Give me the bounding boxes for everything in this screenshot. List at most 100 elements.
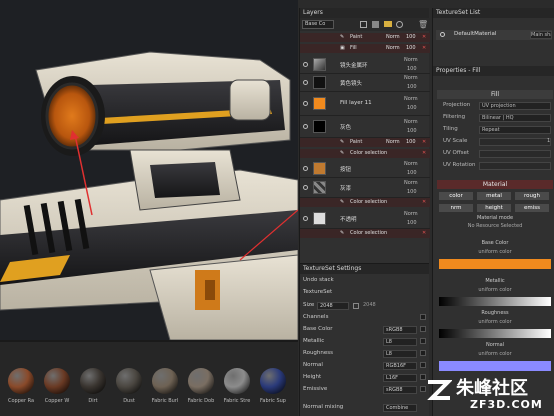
layer-blend-mode[interactable]: Norm <box>404 96 418 102</box>
sublayer-blend-mode[interactable]: Norm <box>386 45 400 51</box>
metallic-slider[interactable] <box>439 297 551 306</box>
visibility-eye-icon[interactable] <box>303 124 308 129</box>
delete-sublayer-icon[interactable]: ✕ <box>422 45 426 51</box>
no-resource-text[interactable]: No Resource Selected <box>437 223 553 229</box>
remove-channel-button[interactable] <box>420 350 426 356</box>
material-channel-toggle[interactable]: height <box>477 204 511 212</box>
uvrotation-slider[interactable] <box>479 162 551 170</box>
shelf-item[interactable]: Fabric Stre <box>220 368 254 404</box>
channel-format-select[interactable]: L8 <box>383 338 417 346</box>
layer-opacity[interactable]: 100 <box>407 220 417 226</box>
layer-row[interactable]: 黄色镜头 Norm 100 <box>300 74 430 92</box>
shelf-item[interactable]: Fabric Burl <box>148 368 182 404</box>
delete-layer-icon[interactable]: 🗑 <box>418 20 428 29</box>
channel-format-select[interactable]: L16F <box>383 374 417 382</box>
delete-sublayer-icon[interactable]: ✕ <box>422 150 426 156</box>
remove-channel-button[interactable] <box>420 326 426 332</box>
blend-channel-select[interactable]: Base Co <box>302 20 334 29</box>
material-channel-toggle[interactable]: rough <box>515 192 549 200</box>
delete-sublayer-icon[interactable]: ✕ <box>422 199 426 205</box>
layer-row[interactable]: 镜头金属环 Norm 100 <box>300 56 430 74</box>
projection-select[interactable]: UV projection <box>479 102 551 110</box>
layer-row[interactable]: 灰漆 Norm 100 <box>300 178 430 198</box>
delete-sublayer-icon[interactable]: ✕ <box>422 139 426 145</box>
sublayer-opacity[interactable]: 100 <box>406 45 416 51</box>
uvscale-slider[interactable] <box>479 138 551 146</box>
undo-stack-tab[interactable]: Undo stack <box>303 277 334 283</box>
base-color-swatch[interactable] <box>439 259 551 269</box>
layer-opacity[interactable]: 100 <box>407 189 417 195</box>
shelf-item[interactable]: Fabric Sup <box>256 368 290 404</box>
layer-blend-mode[interactable]: Norm <box>404 180 418 186</box>
tiling-select[interactable]: Repeat <box>479 126 551 134</box>
delete-sublayer-icon[interactable]: ✕ <box>422 230 426 236</box>
sublayer-blend-mode[interactable]: Norm <box>386 34 400 40</box>
layer-row[interactable]: Fill layer 11 Norm 100 <box>300 92 430 116</box>
layer-opacity[interactable]: 100 <box>407 84 417 90</box>
layer-sublayer[interactable]: ✎ Color selection ✕ <box>300 198 430 207</box>
visibility-eye-icon[interactable] <box>303 62 308 67</box>
delete-sublayer-icon[interactable]: ✕ <box>422 34 426 40</box>
shelf-item[interactable]: Dirt <box>76 368 110 404</box>
layer-sublayer[interactable]: ✎ Paint Norm 100 ✕ <box>300 138 430 147</box>
fill-section-header[interactable]: Fill <box>437 90 553 99</box>
layer-sublayer[interactable]: ✎ Paint Norm 100 ✕ <box>300 33 430 42</box>
remove-channel-button[interactable] <box>420 338 426 344</box>
layer-row[interactable]: 按钮 Norm 100 <box>300 160 430 178</box>
channel-format-select[interactable]: sRGB8 <box>383 386 417 394</box>
layer-opacity[interactable]: 100 <box>407 105 417 111</box>
add-channel-button[interactable] <box>420 314 426 320</box>
layer-blend-mode[interactable]: Norm <box>404 161 418 167</box>
textureset-list-item[interactable]: DefaultMaterial Main sha <box>436 30 552 40</box>
shelf-item[interactable]: Dust <box>112 368 146 404</box>
filtering-select[interactable]: Bilinear | HQ <box>479 114 551 122</box>
layer-opacity[interactable]: 100 <box>407 170 417 176</box>
normal-mixing-select[interactable]: Combine <box>383 404 417 412</box>
layer-blend-mode[interactable]: Norm <box>404 57 418 63</box>
material-channel-toggle[interactable]: color <box>439 192 473 200</box>
visibility-eye-icon[interactable] <box>303 166 308 171</box>
size-link-icon[interactable] <box>353 303 359 309</box>
add-layer-icon[interactable] <box>360 21 367 28</box>
layer-opacity[interactable]: 100 <box>407 66 417 72</box>
channel-format-select[interactable]: RGB16F <box>383 362 417 370</box>
material-channel-toggle[interactable]: nrm <box>439 204 473 212</box>
channel-format-select[interactable]: sRGB8 <box>383 326 417 334</box>
layer-blend-mode[interactable]: Norm <box>404 75 418 81</box>
material-channel-toggle[interactable]: metal <box>477 192 511 200</box>
visibility-eye-icon[interactable] <box>303 101 308 106</box>
material-section-header[interactable]: Material <box>437 180 553 189</box>
material-channel-toggle[interactable]: emiss <box>515 204 549 212</box>
roughness-slider[interactable] <box>439 329 551 338</box>
layer-sublayer[interactable]: ✎ Color selection ✕ <box>300 149 430 158</box>
layer-opacity[interactable]: 100 <box>407 128 417 134</box>
shelf-item[interactable]: Copper Ra <box>4 368 38 404</box>
add-folder-icon[interactable] <box>384 21 392 27</box>
layer-row[interactable]: 灰色 Norm 100 <box>300 116 430 138</box>
sublayer-opacity[interactable]: 100 <box>406 139 416 145</box>
textureset-tab[interactable]: TextureSet <box>303 289 332 295</box>
shelf-item[interactable]: Fabric Dob <box>184 368 218 404</box>
layer-sublayer[interactable]: ✎ Color selection ✕ <box>300 229 430 238</box>
channel-row: Emissive sRGB8 <box>303 386 427 395</box>
sublayer-opacity[interactable]: 100 <box>406 34 416 40</box>
layer-blend-mode[interactable]: Norm <box>404 119 418 125</box>
sublayer-blend-mode[interactable]: Norm <box>386 139 400 145</box>
shader-select[interactable]: Main sha <box>530 31 552 39</box>
layer-blend-mode[interactable]: Norm <box>404 211 418 217</box>
layer-sublayer[interactable]: ▣ Fill Norm 100 ✕ <box>300 44 430 53</box>
layer-row[interactable]: 不透明 Norm 100 <box>300 209 430 229</box>
shelf-item[interactable]: Copper W <box>40 368 74 404</box>
add-fill-layer-icon[interactable] <box>372 21 379 28</box>
size-select[interactable]: 2048 <box>317 302 349 310</box>
visibility-eye-icon[interactable] <box>303 80 308 85</box>
visibility-eye-icon[interactable] <box>303 185 308 190</box>
textureset-eye-icon[interactable] <box>440 32 445 37</box>
remove-channel-button[interactable] <box>420 362 426 368</box>
uvoffset-slider[interactable] <box>479 150 551 158</box>
channel-format-select[interactable]: L8 <box>383 350 417 358</box>
add-mask-icon[interactable] <box>396 21 403 28</box>
3d-viewport[interactable] <box>0 0 298 340</box>
visibility-eye-icon[interactable] <box>303 216 308 221</box>
normal-color-swatch[interactable] <box>439 361 551 371</box>
